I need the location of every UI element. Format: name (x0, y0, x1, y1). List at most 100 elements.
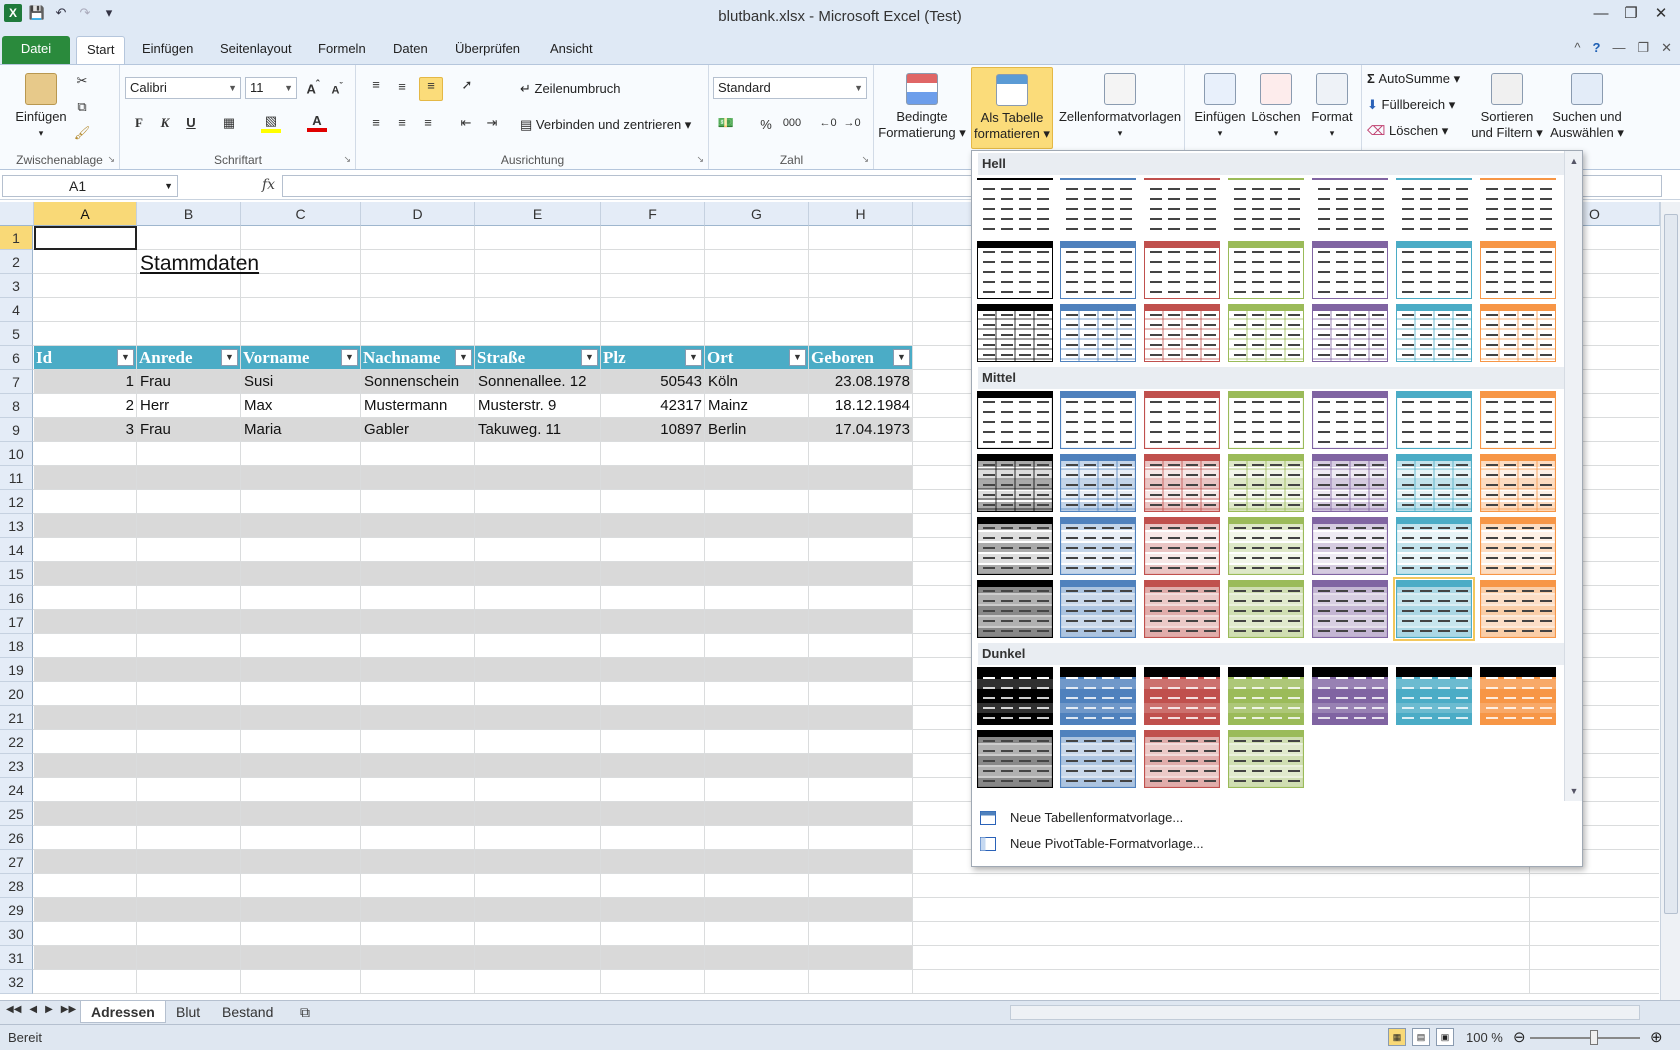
column-header-a[interactable]: A (34, 202, 137, 226)
table-style-medium-15[interactable] (977, 517, 1053, 575)
row-header-2[interactable]: 2 (0, 250, 33, 274)
next-sheet-icon[interactable]: ▶ (45, 1004, 53, 1015)
row-header-6[interactable]: 6 (0, 346, 33, 370)
table-style-medium-2[interactable] (1060, 391, 1136, 449)
column-header-h[interactable]: H (809, 202, 913, 226)
table-style-light-7[interactable] (1480, 178, 1556, 236)
table-cell[interactable]: Susi (241, 370, 361, 394)
table-cell[interactable]: 1 (34, 370, 137, 394)
minimize-icon[interactable]: — (1588, 4, 1614, 24)
table-cell[interactable]: 10897 (601, 418, 705, 442)
number-format-select[interactable]: Standard ▼ (713, 77, 867, 99)
row-header-24[interactable]: 24 (0, 778, 33, 802)
table-cell[interactable]: Gabler (361, 418, 475, 442)
table-style-light-6[interactable] (1396, 178, 1472, 236)
table-style-medium-30[interactable] (1060, 730, 1136, 788)
horizontal-scrollbar[interactable] (1010, 1005, 1640, 1020)
vertical-scroll-thumb[interactable] (1664, 214, 1678, 914)
underline-icon[interactable]: U (181, 115, 201, 130)
cut-icon[interactable]: ✂ (72, 73, 92, 89)
table-style-medium-25[interactable] (1228, 580, 1304, 638)
row-header-28[interactable]: 28 (0, 874, 33, 898)
tab-review[interactable]: Überprüfen (445, 36, 530, 64)
increase-decimal-icon[interactable]: ←0 (818, 117, 838, 129)
align-bottom-icon[interactable]: ≡ (419, 77, 443, 101)
table-style-medium-28[interactable] (1480, 580, 1556, 638)
gallery-scrollbar[interactable]: ▲ ▼ (1564, 151, 1582, 801)
row-header-27[interactable]: 27 (0, 850, 33, 874)
table-cell[interactable]: Berlin (705, 418, 809, 442)
row-header-16[interactable]: 16 (0, 586, 33, 610)
table-style-light-17[interactable] (1144, 304, 1220, 362)
column-header-d[interactable]: D (361, 202, 475, 226)
align-left-icon[interactable]: ≡ (366, 115, 386, 130)
table-style-medium-1[interactable] (977, 391, 1053, 449)
new-table-style-item[interactable]: Neue Tabellenformatvorlage... (972, 805, 1582, 831)
table-style-medium-31[interactable] (1144, 730, 1220, 788)
table-style-light-21[interactable] (1480, 304, 1556, 362)
table-cell[interactable]: 42317 (601, 394, 705, 418)
table-style-light-14[interactable] (1480, 241, 1556, 299)
row-header-30[interactable]: 30 (0, 922, 33, 946)
table-cell[interactable]: 3 (34, 418, 137, 442)
merge-center-button[interactable]: ▤ Verbinden und zentrieren ▾ (520, 117, 691, 133)
table-style-medium-12[interactable] (1312, 454, 1388, 512)
table-cell[interactable]: 2 (34, 394, 137, 418)
row-header-11[interactable]: 11 (0, 466, 33, 490)
table-style-medium-8[interactable] (977, 454, 1053, 512)
row-header-10[interactable]: 10 (0, 442, 33, 466)
column-header-e[interactable]: E (475, 202, 601, 226)
fill-color-icon[interactable]: ▧ (261, 113, 281, 133)
row-header-7[interactable]: 7 (0, 370, 33, 394)
table-style-medium-32[interactable] (1228, 730, 1304, 788)
table-cell[interactable]: Köln (705, 370, 809, 394)
table-style-medium-26[interactable] (1312, 580, 1388, 638)
table-header-vorname[interactable]: Vorname (241, 346, 341, 370)
accounting-format-icon[interactable]: 💵 (716, 115, 736, 131)
row-header-5[interactable]: 5 (0, 322, 33, 346)
table-cell[interactable]: 18.12.1984 (809, 394, 913, 418)
tab-formulas[interactable]: Formeln (308, 36, 376, 64)
active-cell-a1[interactable] (34, 226, 137, 250)
conditional-formatting-button[interactable]: Bedingte Formatierung ▾ (877, 73, 967, 141)
filter-dropdown-icon[interactable]: ▼ (117, 349, 134, 366)
zoom-out-icon[interactable]: ⊖ (1513, 1028, 1526, 1046)
number-launcher-icon[interactable]: ↘ (861, 154, 869, 165)
table-cell[interactable]: Mainz (705, 394, 809, 418)
percent-button[interactable]: % (756, 117, 776, 132)
page-break-view-icon[interactable]: ▣ (1436, 1028, 1454, 1046)
format-cells-button[interactable]: Format ▾ (1304, 73, 1360, 141)
new-pivot-style-item[interactable]: Neue PivotTable-Formatvorlage... (972, 831, 1582, 857)
tab-start[interactable]: Start (76, 36, 126, 64)
table-style-medium-19[interactable] (1312, 517, 1388, 575)
first-sheet-icon[interactable]: ◀◀ (6, 1004, 21, 1015)
table-style-medium-10[interactable] (1144, 454, 1220, 512)
table-style-light-3[interactable] (1144, 178, 1220, 236)
tab-view[interactable]: Ansicht (540, 36, 603, 64)
column-header-b[interactable]: B (137, 202, 241, 226)
row-header-32[interactable]: 32 (0, 970, 33, 994)
doc-minimize-icon[interactable]: — (1612, 40, 1625, 56)
table-style-light-4[interactable] (1228, 178, 1304, 236)
row-header-29[interactable]: 29 (0, 898, 33, 922)
table-style-medium-13[interactable] (1396, 454, 1472, 512)
row-header-22[interactable]: 22 (0, 730, 33, 754)
align-right-icon[interactable]: ≡ (418, 115, 438, 130)
increase-indent-icon[interactable]: ⇥ (482, 115, 502, 131)
align-center-icon[interactable]: ≡ (392, 115, 412, 130)
insert-cells-button[interactable]: Einfügen ▾ (1192, 73, 1248, 141)
insert-sheet-icon[interactable]: ⧉ (290, 1001, 320, 1023)
row-header-21[interactable]: 21 (0, 706, 33, 730)
table-style-medium-27[interactable] (1393, 577, 1475, 641)
font-size-select[interactable]: 11 ▼ (245, 77, 297, 99)
table-style-light-15[interactable] (977, 304, 1053, 362)
tab-file[interactable]: Datei (2, 36, 70, 64)
fill-button[interactable]: ⬇ Füllbereich ▾ (1367, 97, 1455, 113)
table-style-light-19[interactable] (1312, 304, 1388, 362)
row-header-18[interactable]: 18 (0, 634, 33, 658)
help-icon[interactable]: ? (1592, 40, 1600, 56)
table-style-dark-4[interactable] (1228, 667, 1304, 725)
table-style-light-2[interactable] (1060, 178, 1136, 236)
clear-button[interactable]: ⌫ Löschen ▾ (1367, 123, 1448, 139)
sort-filter-button[interactable]: Sortieren und Filtern ▾ (1467, 73, 1547, 141)
